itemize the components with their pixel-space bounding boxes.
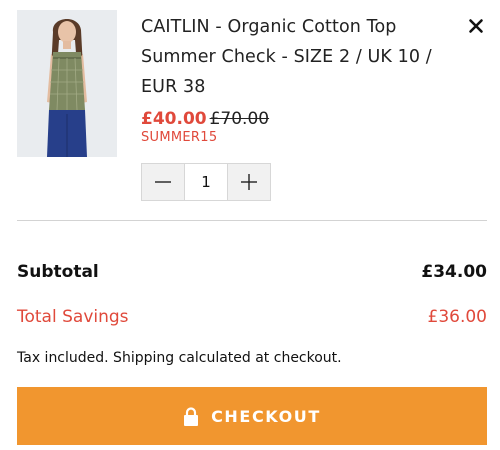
- minus-icon: [155, 181, 171, 183]
- subtotal-label: Subtotal: [17, 262, 99, 282]
- savings-row: Total Savings £36.00: [17, 307, 487, 327]
- remove-item-button[interactable]: [464, 14, 488, 38]
- lock-icon: [183, 406, 199, 426]
- price-row: £40.00 £70.00: [141, 109, 269, 129]
- original-price: £70.00: [209, 109, 270, 129]
- checkout-button[interactable]: CHECKOUT: [17, 387, 487, 445]
- discount-code: SUMMER15: [141, 130, 218, 145]
- quantity-stepper: 1: [141, 163, 271, 201]
- subtotal-value: £34.00: [421, 262, 487, 282]
- cart-line-item: CAITLIN - Organic Cotton Top Summer Chec…: [17, 10, 487, 205]
- product-photo: [17, 10, 117, 157]
- savings-value: £36.00: [427, 307, 487, 327]
- product-title[interactable]: CAITLIN - Organic Cotton Top Summer Chec…: [141, 12, 461, 102]
- close-icon: [469, 19, 483, 33]
- quantity-input[interactable]: 1: [184, 164, 228, 200]
- sale-price: £40.00: [141, 109, 207, 129]
- decrease-quantity-button[interactable]: [142, 164, 184, 200]
- subtotal-row: Subtotal £34.00: [17, 262, 487, 282]
- divider: [17, 220, 487, 221]
- product-image[interactable]: [17, 10, 117, 157]
- savings-label: Total Savings: [17, 307, 129, 327]
- checkout-label: CHECKOUT: [211, 406, 321, 426]
- plus-icon: [241, 174, 257, 190]
- increase-quantity-button[interactable]: [228, 164, 270, 200]
- tax-note: Tax included. Shipping calculated at che…: [17, 350, 342, 366]
